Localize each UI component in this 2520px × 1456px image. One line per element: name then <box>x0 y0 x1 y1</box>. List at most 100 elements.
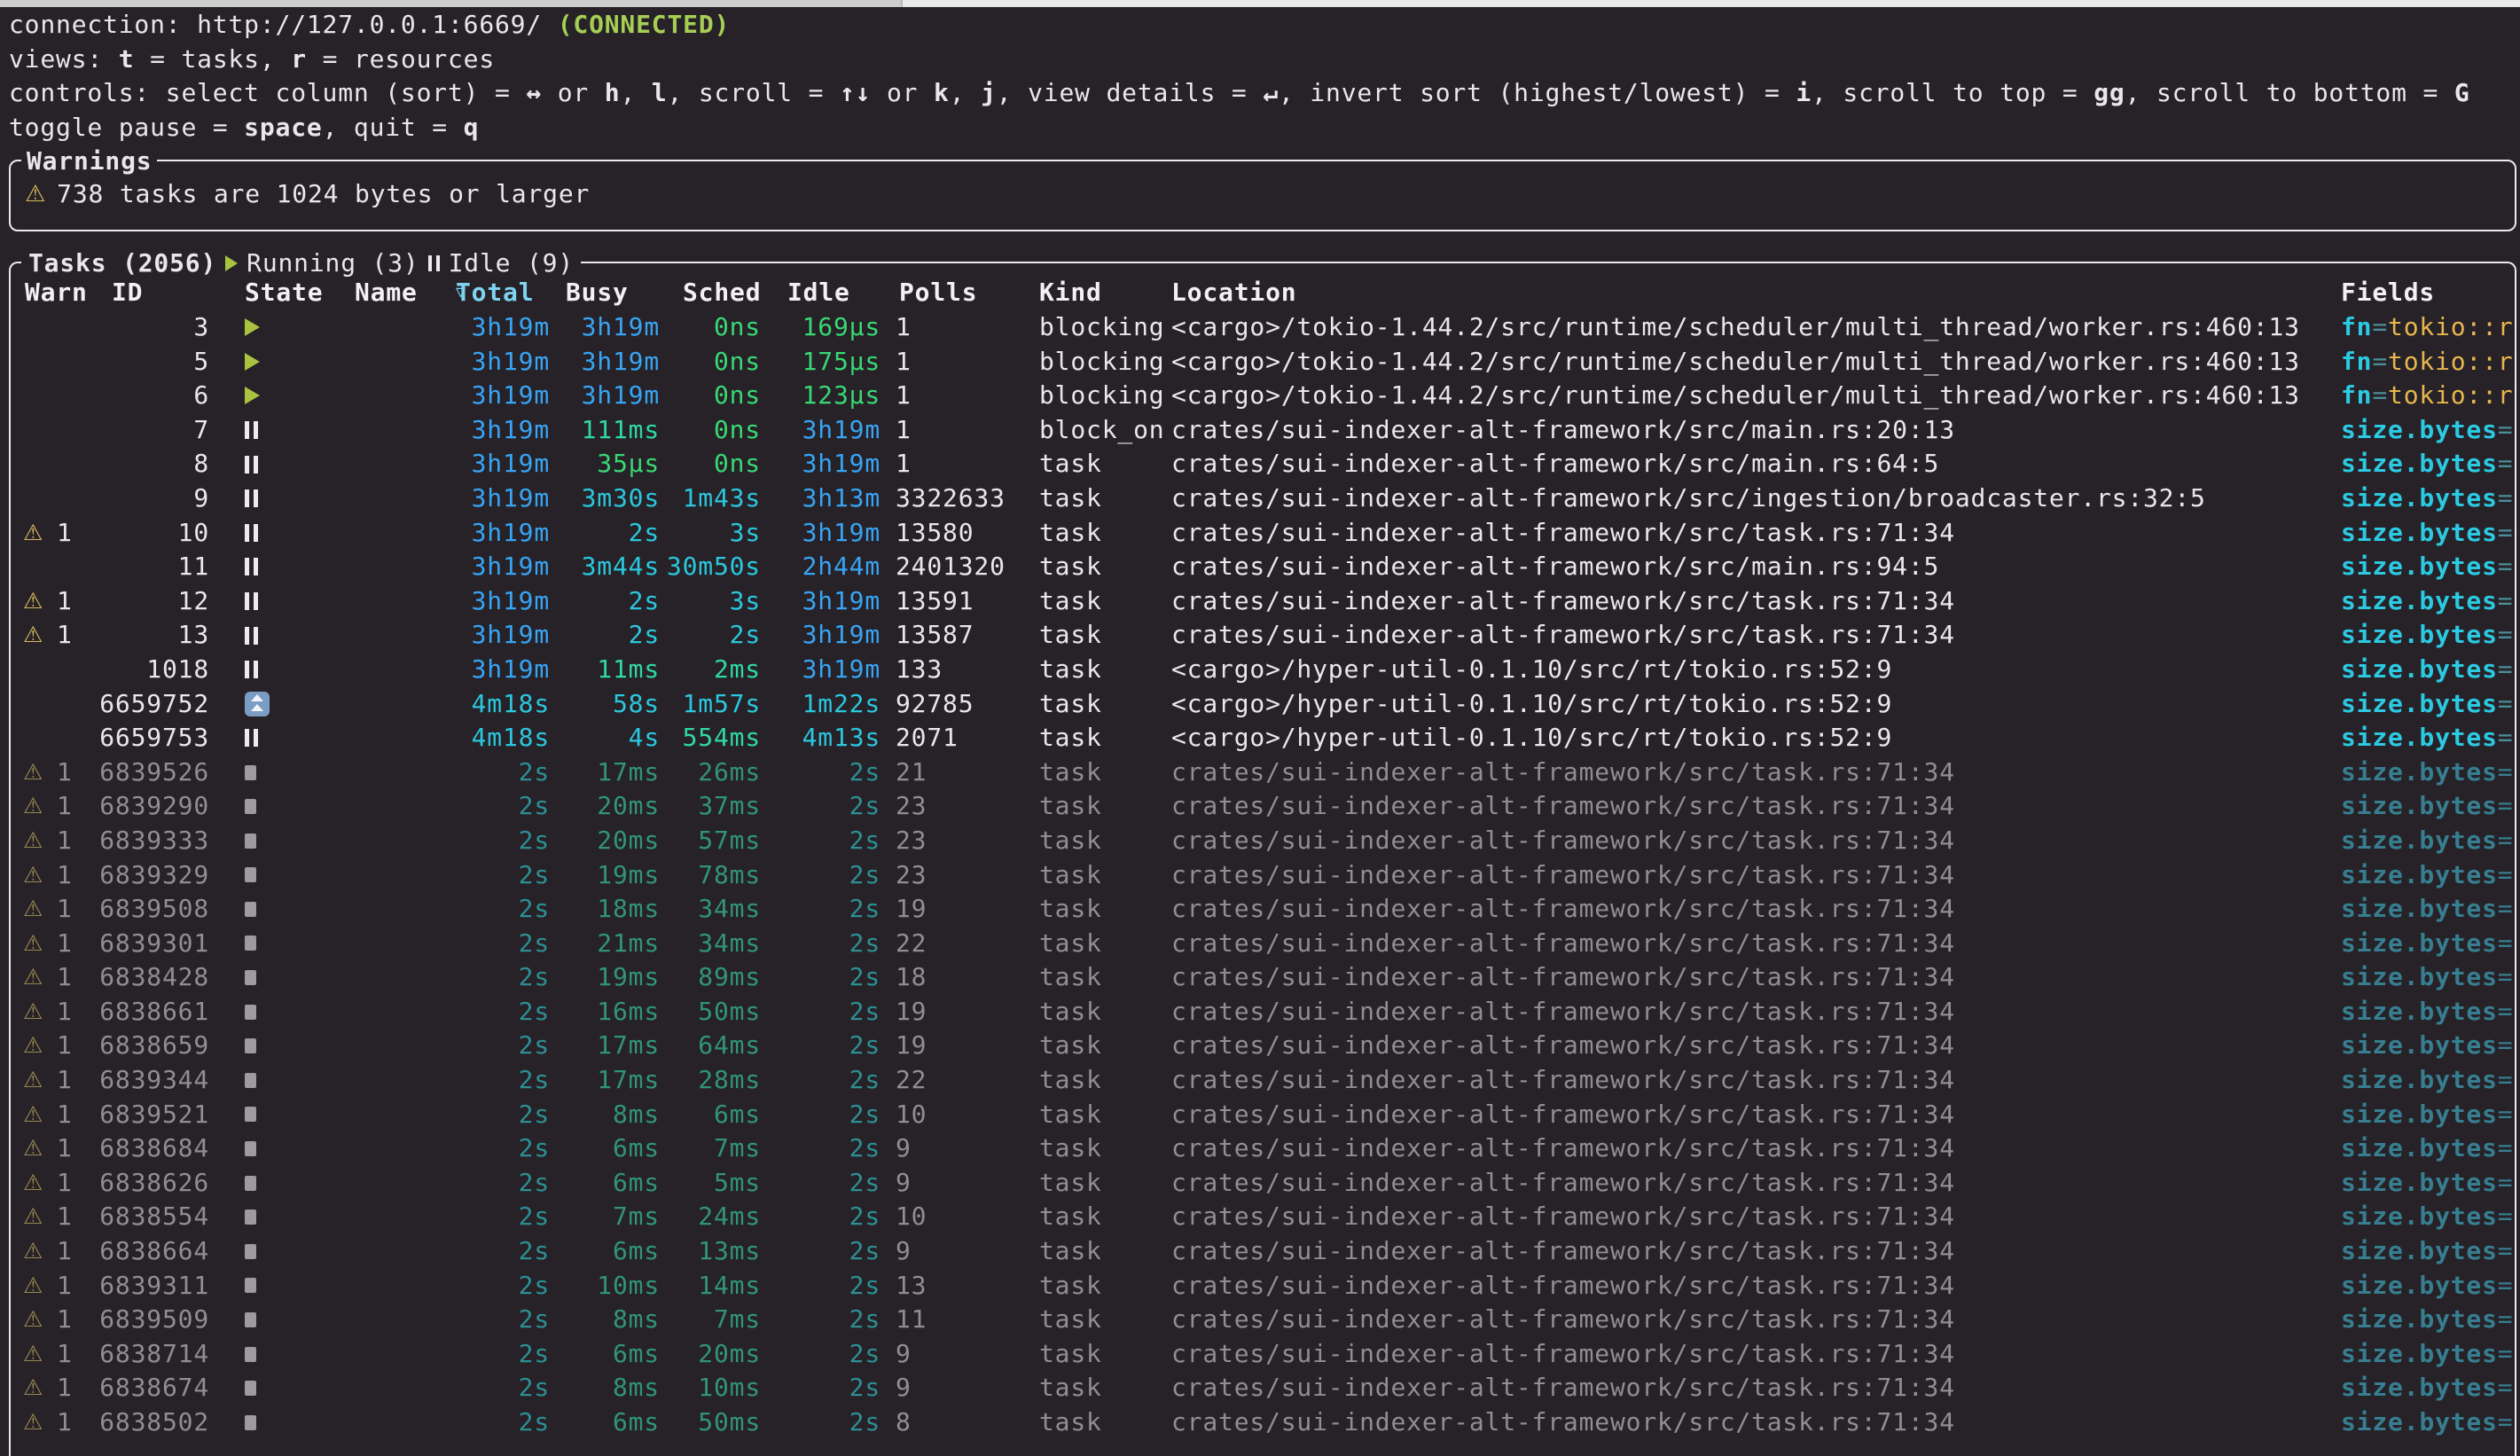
field-key: size.bytes <box>2341 415 2498 444</box>
help-segment: k <box>934 78 950 107</box>
cell-idle: 169µs <box>761 310 880 345</box>
col-header-location[interactable]: Location <box>1171 278 1296 308</box>
table-row[interactable]: ⚠168393332s20ms57ms2s23taskcrates/sui-in… <box>11 824 2515 858</box>
cell-state <box>245 755 256 790</box>
table-row[interactable]: ⚠168386262s6ms5ms2s9taskcrates/sui-index… <box>11 1166 2515 1201</box>
table-row[interactable]: 10183h19m11ms2ms3h19m133task<cargo>/hype… <box>11 653 2515 687</box>
warning-triangle-icon: ⚠ <box>23 1337 43 1372</box>
col-header-idle[interactable]: Idle <box>787 278 850 308</box>
cell-kind: task <box>1039 1166 1102 1201</box>
cell-polls: 23 <box>896 789 927 824</box>
cell-total: 2s <box>417 1234 550 1269</box>
completed-state-icon <box>245 1209 256 1225</box>
table-row[interactable]: ⚠168386592s17ms64ms2s19taskcrates/sui-in… <box>11 1029 2515 1063</box>
cell-busy: 6ms <box>550 1131 660 1166</box>
table-row[interactable]: ⚠168386642s6ms13ms2s9taskcrates/sui-inde… <box>11 1234 2515 1269</box>
table-row[interactable]: ⚠168393292s19ms78ms2s23taskcrates/sui-in… <box>11 858 2515 893</box>
warning-triangle-icon: ⚠ <box>23 892 43 927</box>
field-equals: = <box>2372 380 2388 410</box>
table-row[interactable]: ⚠168393442s17ms28ms2s22taskcrates/sui-in… <box>11 1063 2515 1098</box>
warning-item: ⚠ 738 tasks are 1024 bytes or larger <box>25 179 590 209</box>
table-row[interactable]: 93h19m3m30s1m43s3h13m3322633taskcrates/s… <box>11 481 2515 516</box>
col-header-id[interactable]: ID <box>112 278 143 308</box>
field-key: size.bytes <box>2341 757 2498 787</box>
table-row[interactable]: 113h19m3m44s30m50s2h44m2401320taskcrates… <box>11 550 2515 584</box>
field-equals: = <box>2498 689 2514 718</box>
cell-busy: 111ms <box>550 413 660 448</box>
field-equals: = <box>2498 449 2514 478</box>
cell-idle: 2s <box>761 858 880 893</box>
cell-id: 6839290 <box>53 789 209 824</box>
table-row[interactable]: ⚠168393112s10ms14ms2s13taskcrates/sui-in… <box>11 1269 2515 1303</box>
table-row[interactable]: ⚠168387142s6ms20ms2s9taskcrates/sui-inde… <box>11 1337 2515 1372</box>
table-row[interactable]: 73h19m111ms0ns3h19m1block_oncrates/sui-i… <box>11 413 2515 448</box>
cell-polls: 1 <box>896 310 912 345</box>
table-row[interactable]: ⚠1133h19m2s2s3h19m13587taskcrates/sui-in… <box>11 618 2515 653</box>
cell-location: crates/sui-indexer-alt-framework/src/tas… <box>1171 516 1955 551</box>
table-row[interactable]: ⚠1123h19m2s3s3h19m13591taskcrates/sui-in… <box>11 584 2515 619</box>
table-row[interactable]: ⚠168385022s6ms50ms2s8taskcrates/sui-inde… <box>11 1405 2515 1440</box>
table-row[interactable]: 53h19m3h19m0ns175µs1blocking<cargo>/toki… <box>11 345 2515 380</box>
cell-location: crates/sui-indexer-alt-framework/src/tas… <box>1171 892 1955 927</box>
cell-total: 2s <box>417 1131 550 1166</box>
col-header-state[interactable]: State <box>245 278 323 308</box>
completed-state-icon <box>245 1107 256 1122</box>
cell-id: 6839301 <box>53 927 209 961</box>
col-header-busy[interactable]: Busy <box>566 278 629 308</box>
table-row[interactable]: ⚠168395082s18ms34ms2s19taskcrates/sui-in… <box>11 892 2515 927</box>
table-row[interactable]: ⚠168386612s16ms50ms2s19taskcrates/sui-in… <box>11 995 2515 1029</box>
col-header-fields[interactable]: Fields <box>2341 278 2435 308</box>
cell-busy: 20ms <box>550 789 660 824</box>
field-key: size.bytes <box>2341 1373 2498 1402</box>
table-row[interactable]: ⚠168393012s21ms34ms2s22taskcrates/sui-in… <box>11 927 2515 961</box>
scheduled-state-icon <box>245 692 270 716</box>
cell-location: crates/sui-indexer-alt-framework/src/tas… <box>1171 1063 1955 1098</box>
col-header-polls[interactable]: Polls <box>899 278 977 308</box>
cell-location: crates/sui-indexer-alt-framework/src/tas… <box>1171 1166 1955 1201</box>
col-header-sched[interactable]: Sched <box>683 278 761 308</box>
cell-kind: task <box>1039 653 1102 687</box>
table-row[interactable]: ⚠168384282s19ms89ms2s18taskcrates/sui-in… <box>11 960 2515 995</box>
table-row[interactable]: ⚠168395212s8ms6ms2s10taskcrates/sui-inde… <box>11 1098 2515 1132</box>
table-row[interactable]: 66597534m18s4s554ms4m13s2071task<cargo>/… <box>11 721 2515 755</box>
table-row[interactable]: 63h19m3h19m0ns123µs1blocking<cargo>/toki… <box>11 379 2515 413</box>
cell-sched: 50ms <box>660 995 761 1029</box>
col-header-kind[interactable]: Kind <box>1039 278 1102 308</box>
cell-kind: task <box>1039 858 1102 893</box>
cell-idle: 2h44m <box>761 550 880 584</box>
cell-busy: 4s <box>550 721 660 755</box>
cell-sched: 0ns <box>660 379 761 413</box>
cell-total: 2s <box>417 789 550 824</box>
cell-fields: size.bytes= <box>2341 1200 2520 1234</box>
table-row[interactable]: 33h19m3h19m0ns169µs1blocking<cargo>/toki… <box>11 310 2515 345</box>
cell-sched: 5ms <box>660 1166 761 1201</box>
cell-sched: 13ms <box>660 1234 761 1269</box>
warning-triangle-icon: ⚠ <box>23 824 43 858</box>
col-header-warn[interactable]: Warn <box>25 278 88 308</box>
cell-sched: 3s <box>660 516 761 551</box>
table-row[interactable]: ⚠168392902s20ms37ms2s23taskcrates/sui-in… <box>11 789 2515 824</box>
table-row[interactable]: 66597524m18s58s1m57s1m22s92785task<cargo… <box>11 687 2515 722</box>
table-row[interactable]: ⚠168386842s6ms7ms2s9taskcrates/sui-index… <box>11 1131 2515 1166</box>
col-header-name[interactable]: Name <box>355 278 418 308</box>
table-row[interactable]: ⚠168385542s7ms24ms2s10taskcrates/sui-ind… <box>11 1200 2515 1234</box>
table-row[interactable]: ⚠168386742s8ms10ms2s9taskcrates/sui-inde… <box>11 1371 2515 1405</box>
cell-kind: task <box>1039 1371 1102 1405</box>
cell-id: 13 <box>53 618 209 653</box>
cell-fields: fn=tokio::r <box>2341 345 2520 380</box>
cell-total: 4m18s <box>417 721 550 755</box>
idle-state-icon <box>245 558 258 575</box>
cell-idle: 2s <box>761 1166 880 1201</box>
cell-kind: block_on <box>1039 413 1164 448</box>
table-row[interactable]: ⚠168395262s17ms26ms2s21taskcrates/sui-in… <box>11 755 2515 790</box>
cell-location: crates/sui-indexer-alt-framework/src/tas… <box>1171 789 1955 824</box>
table-row[interactable]: ⚠168395092s8ms7ms2s11taskcrates/sui-inde… <box>11 1303 2515 1337</box>
warning-triangle-icon: ⚠ <box>23 789 43 824</box>
field-key: size.bytes <box>2341 1133 2498 1162</box>
cell-location: <cargo>/tokio-1.44.2/src/runtime/schedul… <box>1171 345 2300 380</box>
cell-idle: 2s <box>761 1337 880 1372</box>
table-row[interactable]: 83h19m35µs0ns3h19m1taskcrates/sui-indexe… <box>11 447 2515 481</box>
table-row[interactable]: ⚠1103h19m2s3s3h19m13580taskcrates/sui-in… <box>11 516 2515 551</box>
cell-kind: task <box>1039 1063 1102 1098</box>
field-equals: = <box>2498 1271 2514 1300</box>
